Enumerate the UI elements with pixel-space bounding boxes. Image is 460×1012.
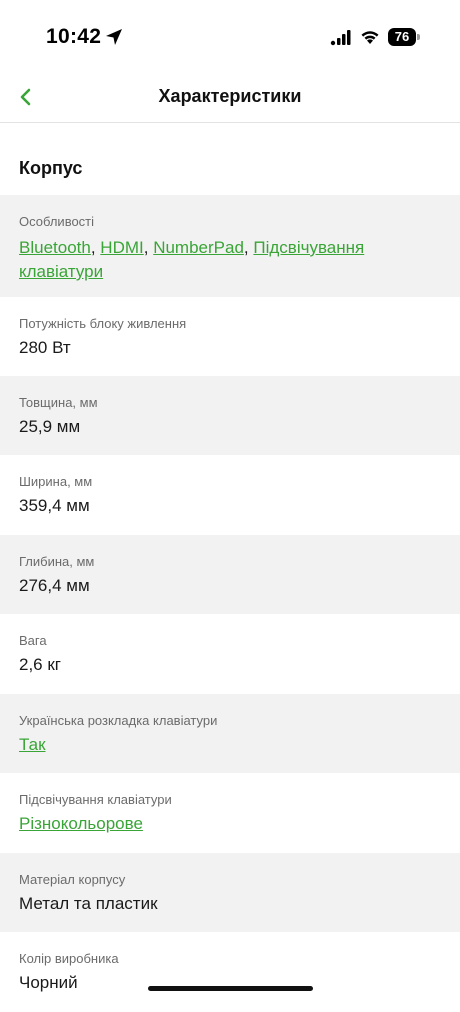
battery-level: 76 (388, 28, 416, 46)
spec-label: Ширина, мм (19, 474, 93, 489)
spec-link-backlight[interactable]: Різнокольорове (19, 814, 143, 833)
battery-indicator: 76 (388, 28, 420, 46)
spec-value: 280 Вт (19, 338, 71, 357)
spec-value: 25,9 мм (19, 417, 81, 436)
spec-row-thickness: Товщина, мм 25,9 мм (0, 376, 460, 455)
spec-row-width: Ширина, мм 359,4 мм (0, 455, 460, 535)
spec-label: Українська розкладка клавіатури (19, 713, 218, 728)
spec-row-color: Колір виробника Чорний (0, 932, 460, 1012)
nav-bar: Характеристики (0, 76, 460, 123)
feature-link-hdmi[interactable]: HDMI (100, 238, 143, 257)
spec-row-features: Особливості Bluetooth, HDMI, NumberPad, … (0, 195, 460, 297)
spec-label: Товщина, мм (19, 395, 98, 410)
battery-tip (417, 34, 420, 40)
spec-label: Колір виробника (19, 951, 119, 966)
spec-row-backlight: Підсвічування клавіатури Різнокольорове (0, 773, 460, 853)
feature-separator: , (143, 238, 154, 257)
spec-row-power: Потужність блоку живлення 280 Вт (0, 297, 460, 376)
spec-row-weight: Вага 2,6 кг (0, 614, 460, 694)
spec-value: Bluetooth, HDMI, NumberPad, Підсвічуванн… (19, 236, 441, 284)
status-time: 10:42 (46, 25, 102, 48)
spec-value: 2,6 кг (19, 655, 61, 674)
spec-value: Так (19, 733, 441, 757)
feature-separator: , (90, 238, 101, 257)
spec-label: Особливості (19, 214, 95, 229)
cellular-signal-icon (330, 30, 351, 46)
spec-row-depth: Глибина, мм 276,4 мм (0, 535, 460, 614)
spec-label: Потужність блоку живлення (19, 316, 187, 331)
spec-label: Вага (19, 633, 47, 648)
feature-link-numberpad[interactable]: NumberPad (153, 238, 244, 257)
section-title: Корпус (19, 158, 83, 178)
spec-label: Глибина, мм (19, 554, 95, 569)
page-title: Характеристики (158, 86, 302, 106)
spec-label: Матеріал корпусу (19, 872, 126, 887)
spec-value: 359,4 мм (19, 496, 90, 515)
spec-value: Чорний (19, 973, 78, 992)
spec-link-ua-layout[interactable]: Так (19, 735, 46, 754)
spec-row-ua-layout: Українська розкладка клавіатури Так (0, 694, 460, 773)
spec-label: Підсвічування клавіатури (19, 792, 172, 807)
spec-row-material: Матеріал корпусу Метал та пластик (0, 853, 460, 932)
feature-link-bluetooth[interactable]: Bluetooth (19, 238, 91, 257)
spec-value: 276,4 мм (19, 576, 90, 595)
feature-separator: , (243, 238, 254, 257)
specs-list: Особливості Bluetooth, HDMI, NumberPad, … (0, 195, 460, 1012)
spec-value: Різнокольорове (19, 812, 441, 836)
wifi-icon (361, 31, 379, 44)
location-arrow-icon (106, 29, 122, 45)
status-bar: 10:42 76 (0, 0, 460, 76)
home-indicator[interactable] (148, 986, 313, 991)
spec-value: Метал та пластик (19, 894, 158, 913)
